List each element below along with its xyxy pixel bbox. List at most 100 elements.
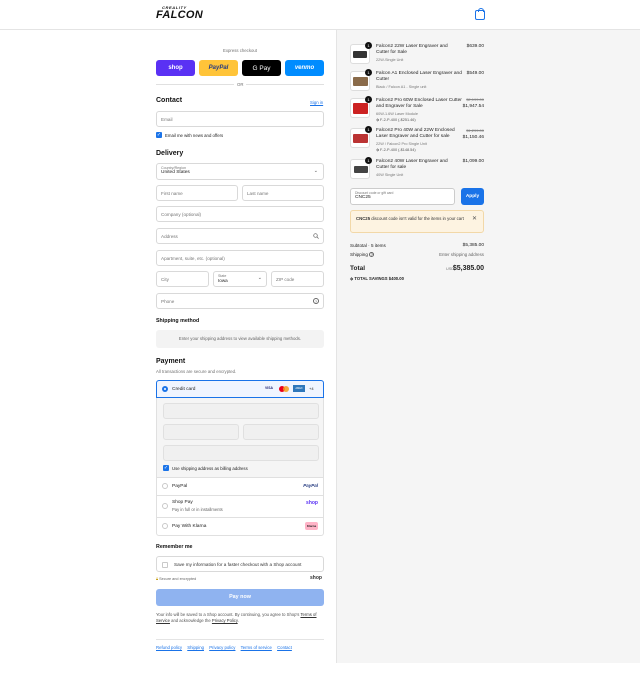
pay-now-button[interactable]: Pay now (156, 589, 324, 606)
product-price: $1,947.54 (462, 104, 484, 109)
savings-value: $400.00 (388, 276, 404, 281)
zip-field[interactable]: ZIP code (271, 271, 324, 287)
city-placeholder: City (161, 277, 169, 282)
contact-link[interactable]: Contact (277, 645, 292, 650)
search-icon (313, 233, 319, 239)
more-cards-label: +4 (309, 386, 314, 391)
phone-field[interactable]: Phone ? (156, 293, 324, 309)
apply-button[interactable]: Apply (461, 188, 484, 205)
error-code: CNC25 (356, 216, 371, 221)
product-thumbnail: 1 (350, 42, 372, 64)
name-on-card-field[interactable] (163, 445, 319, 461)
help-icon[interactable]: ? (369, 252, 375, 257)
product-variant: Black / Falcon A1 - Single unit (376, 85, 427, 89)
product-price: $1,099.00 (462, 159, 484, 164)
credit-card-option[interactable]: Credit card VISA AMEX +4 (156, 380, 324, 398)
shop-pay-express-button[interactable]: shop (156, 60, 195, 76)
product-thumbnail: 1 (350, 96, 372, 118)
discount-tag-label: F-2-P-400 (-$148.54) (379, 148, 416, 152)
contact-heading: Contact (156, 97, 183, 104)
payment-subtitle: All transactions are secure and encrypte… (156, 369, 237, 374)
shipping-method-heading: Shipping method (156, 318, 200, 324)
klarna-option[interactable]: Pay With Klarna Klarna (156, 518, 324, 536)
save-info-checkbox[interactable] (162, 562, 168, 568)
security-code-field[interactable] (243, 424, 319, 440)
news-checkbox[interactable]: ✓ (156, 132, 162, 138)
apartment-placeholder: Apartment, suite, etc. (optional) (161, 256, 225, 261)
discount-tag-label: F-2-P-400 (-$251.46) (379, 118, 416, 122)
help-icon[interactable]: ? (313, 298, 319, 304)
close-icon[interactable]: ✕ (472, 215, 477, 222)
paypal-express-button[interactable]: PayPal (199, 60, 238, 76)
discount-error-banner: CNC25 discount code isn't valid for the … (350, 210, 484, 233)
quantity-badge: 1 (365, 42, 372, 49)
paypal-option-label: PayPal (172, 484, 188, 489)
refund-policy-link[interactable]: Refund policy (156, 645, 182, 650)
product-variant: 22W-Single Unit (376, 58, 404, 62)
total-label: Total (350, 265, 366, 272)
total-value: $5,385.00 (452, 265, 484, 272)
phone-placeholder: Phone (161, 299, 175, 304)
sign-in-link[interactable]: Sign in (310, 100, 323, 105)
disclaimer-text: Your info will be saved to a Shop accoun… (156, 612, 300, 617)
expiration-field[interactable] (163, 424, 239, 440)
state-select[interactable]: State Iowa ⌄ (213, 271, 267, 287)
privacy-link[interactable]: Privacy Policy (212, 618, 238, 623)
shop-pay-option[interactable]: Shop Pay Pay in full or in installments … (156, 496, 324, 518)
country-select[interactable]: Country/Region United States ⌄ (156, 163, 324, 180)
news-label: Email me with news and offers (165, 133, 224, 138)
first-name-placeholder: First name (161, 191, 183, 196)
company-field[interactable]: Company (optional) (156, 206, 324, 222)
card-number-field[interactable] (163, 403, 319, 419)
credit-card-radio[interactable] (162, 386, 168, 392)
brand-logo[interactable]: CREALITY FALCON (156, 6, 208, 22)
amex-icon: AMEX (293, 385, 305, 392)
discount-code-field[interactable]: Discount code or gift card CNC25 (350, 188, 455, 205)
shop-label: shop (168, 65, 183, 71)
privacy-policy-link[interactable]: Privacy policy (209, 645, 235, 650)
paypal-radio[interactable] (162, 483, 168, 489)
quantity-badge: 1 (365, 157, 372, 164)
footer-links: Refund policy Shipping Privacy policy Te… (156, 645, 296, 650)
shipping-link[interactable]: Shipping (187, 645, 204, 650)
product-thumbnail: 1 (350, 157, 372, 179)
savings-label: TOTAL SAVINGS (354, 276, 388, 281)
or-label: OR (234, 82, 247, 87)
paypal-option[interactable]: PayPal PayPal (156, 478, 324, 496)
subtotal-value: $5,385.00 (462, 243, 484, 248)
shop-pay-sublabel: Pay in full or in installments (172, 507, 223, 512)
shipping-method-message: Enter your shipping address to view avai… (156, 330, 324, 348)
remember-heading: Remember me (156, 544, 193, 550)
save-info-option[interactable]: Save my information for a faster checkou… (156, 556, 324, 572)
shipping-label: Shipping (350, 252, 368, 257)
shop-pay-logo: shop (306, 500, 318, 506)
shop-pay-radio[interactable] (162, 503, 168, 509)
error-message: discount code isn't valid for the items … (371, 216, 464, 221)
product-variant: 60W-1.6W Laser Module (376, 112, 418, 116)
disclaimer: Your info will be saved to a Shop accoun… (156, 612, 324, 624)
product-thumbnail: 1 (350, 126, 372, 148)
product-price: $549.00 (466, 71, 484, 76)
gpay-express-button[interactable]: G Pay (242, 60, 281, 76)
tag-icon: ⬗ (376, 148, 379, 152)
secure-note: 🔒︎ Secure and encrypted (156, 577, 196, 581)
product-old-price: $1,299.00 (466, 128, 484, 133)
shopping-bag-icon[interactable] (475, 8, 485, 20)
first-name-field[interactable]: First name (156, 185, 238, 201)
discount-code-value: CNC25 (355, 195, 371, 200)
last-name-field[interactable]: Last name (242, 185, 324, 201)
chevron-down-icon: ⌄ (257, 275, 262, 281)
terms-of-service-link[interactable]: Terms of service (241, 645, 272, 650)
klarna-radio[interactable] (162, 523, 168, 529)
city-field[interactable]: City (156, 271, 209, 287)
email-field[interactable]: Email (156, 111, 324, 127)
paypal-label: PayPal (208, 65, 229, 71)
product-thumbnail: 1 (350, 69, 372, 91)
address-field[interactable]: Address (156, 228, 324, 244)
tag-icon: ⬗ (350, 276, 354, 281)
product-variant: 40W Single Unit (376, 173, 404, 177)
billing-checkbox[interactable]: ✓ (163, 465, 169, 471)
apartment-field[interactable]: Apartment, suite, etc. (optional) (156, 250, 324, 266)
klarna-logo: Klarna (305, 522, 318, 530)
venmo-express-button[interactable]: venmo (285, 60, 324, 76)
